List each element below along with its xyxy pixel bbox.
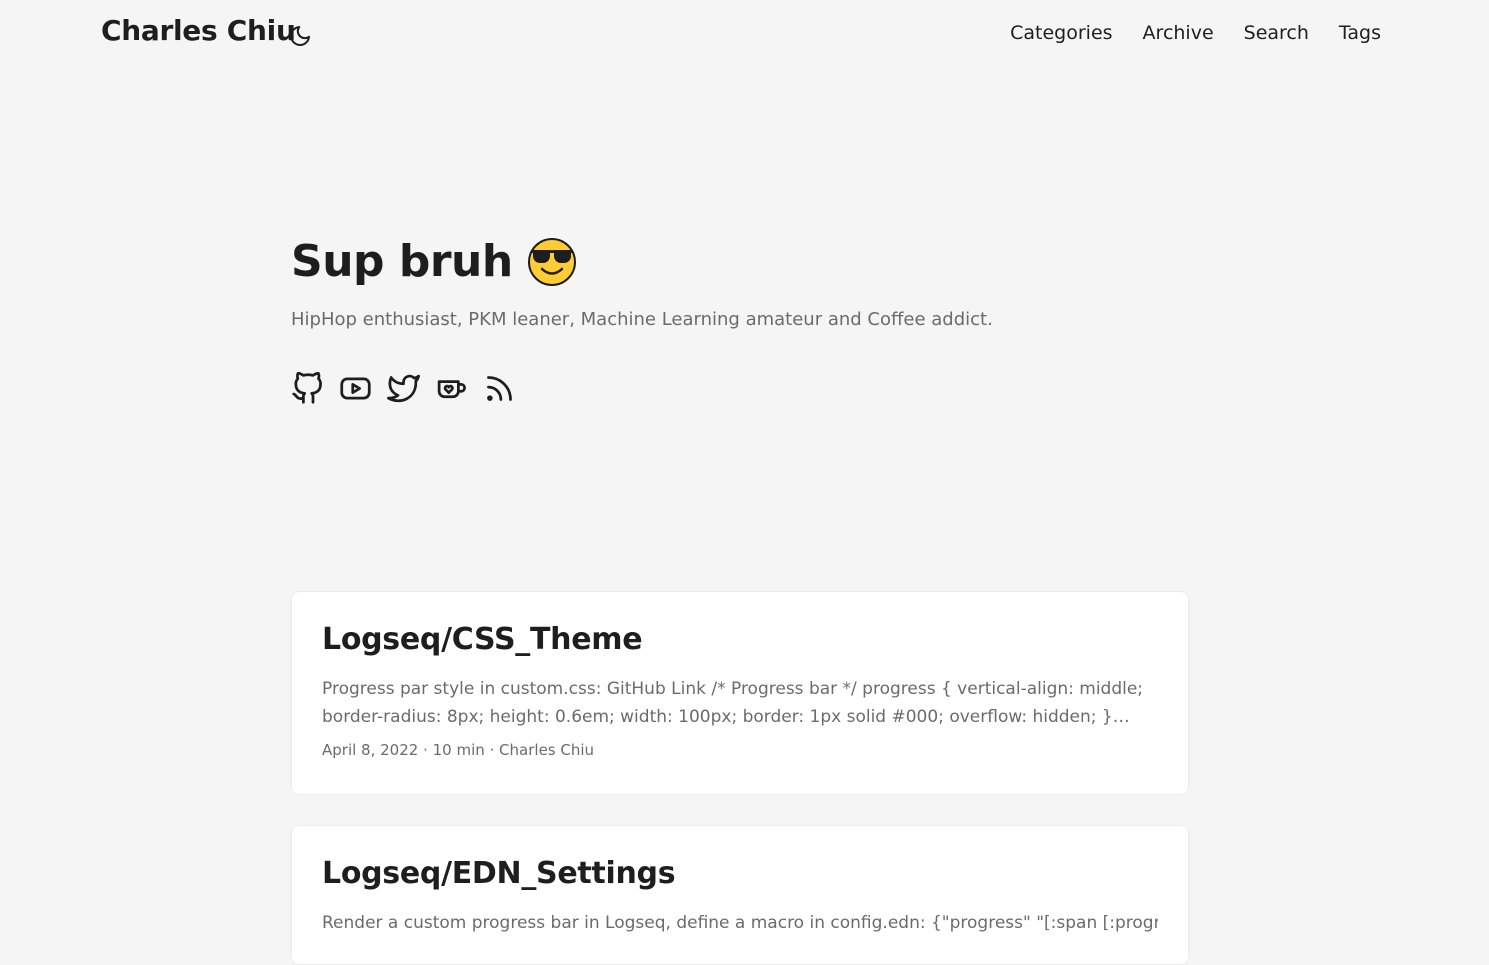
post-card[interactable]: Logseq/CSS_Theme Progress par style in c… — [291, 591, 1189, 795]
site-title-link[interactable]: Charles Chiu — [101, 14, 296, 47]
post-title: Logseq/EDN_Settings — [322, 856, 676, 891]
moon-icon[interactable] — [288, 24, 312, 48]
post-meta: April 8, 2022 · 10 min · Charles Chiu — [322, 741, 595, 759]
menu-item-archive[interactable]: Archive — [1143, 22, 1214, 44]
main-menu: Categories Archive Search Tags — [1010, 22, 1381, 44]
profile-subtitle: HipHop enthusiast, PKM leaner, Machine L… — [291, 309, 993, 330]
post-card[interactable]: Logseq/EDN_Settings Render a custom prog… — [291, 825, 1189, 965]
kofi-icon[interactable] — [435, 372, 468, 405]
twitter-icon[interactable] — [387, 372, 420, 405]
menu-item-search[interactable]: Search — [1244, 22, 1309, 44]
post-title: Logseq/CSS_Theme — [322, 622, 643, 657]
menu-item-tags[interactable]: Tags — [1339, 22, 1381, 44]
youtube-icon[interactable] — [339, 372, 372, 405]
profile-title: Sup bruh — [291, 236, 513, 287]
social-icons — [291, 371, 516, 405]
github-icon[interactable] — [291, 371, 324, 405]
rss-icon[interactable] — [483, 372, 516, 405]
profile-heading: Sup bruh — [291, 236, 993, 287]
top-nav: Charles Chiu Categories Archive Search T… — [0, 0, 1489, 70]
sunglasses-face-icon — [527, 237, 577, 287]
post-summary: Render a custom progress bar in Logseq, … — [322, 913, 1158, 933]
profile-section: Sup bruh HipHop enthusiast, PKM leaner, … — [291, 236, 993, 330]
post-summary: Progress par style in custom.css: GitHub… — [322, 679, 1144, 727]
menu-item-categories[interactable]: Categories — [1010, 22, 1112, 44]
